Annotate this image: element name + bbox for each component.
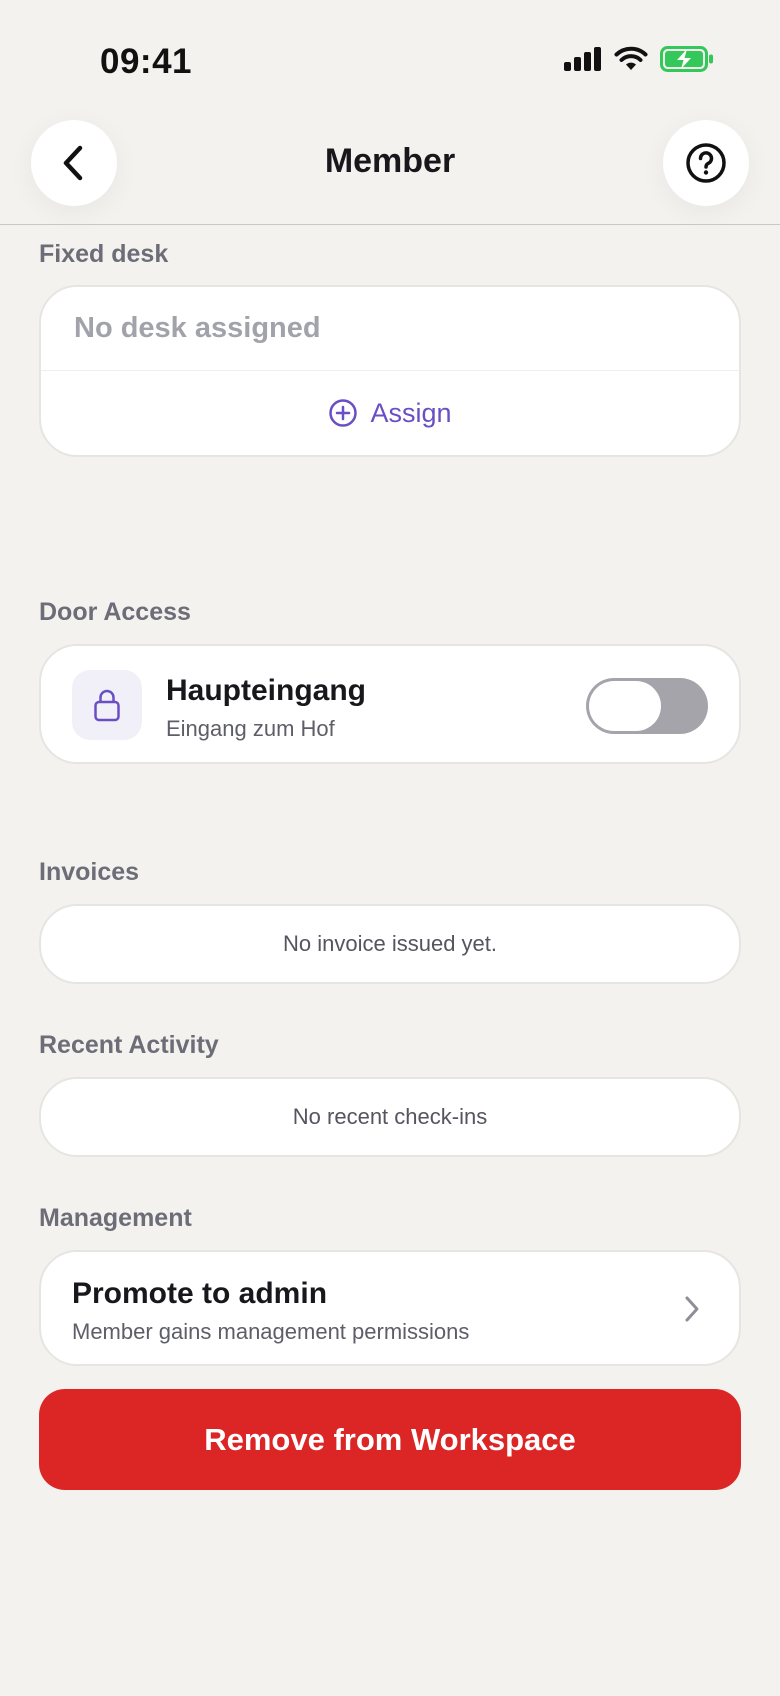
- wifi-icon: [614, 46, 648, 70]
- desk-value-row: No desk assigned: [41, 287, 739, 371]
- door-name: Haupteingang: [166, 674, 366, 707]
- promote-to-admin-row[interactable]: Promote to admin Member gains management…: [39, 1250, 741, 1366]
- status-time: 09:41: [100, 42, 193, 81]
- question-circle-icon: [686, 143, 726, 183]
- door-access-card: Haupteingang Eingang zum Hof: [39, 644, 741, 764]
- chevron-right-icon: [685, 1296, 699, 1322]
- door-access-label: Door Access: [39, 598, 191, 626]
- member-screen: 09:41 Member Fixed desk No desk assigned…: [0, 0, 780, 1696]
- recent-activity-label: Recent Activity: [39, 1031, 219, 1059]
- promote-title: Promote to admin: [72, 1277, 328, 1310]
- toggle-knob: [589, 681, 661, 731]
- invoices-card: No invoice issued yet.: [39, 904, 741, 984]
- battery-charging-icon: [660, 46, 713, 72]
- promote-subtitle: Member gains management permissions: [72, 1319, 470, 1344]
- status-icons: [564, 46, 714, 72]
- navigation-bar: Member: [0, 112, 780, 225]
- plus-circle-icon: [329, 399, 358, 427]
- desk-value: No desk assigned: [74, 312, 321, 344]
- remove-from-workspace-button[interactable]: Remove from Workspace: [39, 1389, 741, 1490]
- door-access-toggle[interactable]: [586, 678, 708, 734]
- management-label: Management: [39, 1204, 192, 1232]
- lock-icon: [94, 689, 120, 722]
- status-bar: 09:41: [0, 0, 780, 112]
- door-subtitle: Eingang zum Hof: [166, 716, 335, 741]
- help-button[interactable]: [663, 120, 749, 206]
- invoices-label: Invoices: [39, 858, 140, 886]
- recent-activity-card: No recent check-ins: [39, 1077, 741, 1157]
- fixed-desk-label: Fixed desk: [39, 240, 169, 268]
- fixed-desk-card: No desk assigned Assign: [39, 285, 741, 457]
- invoices-empty-text: No invoice issued yet.: [283, 931, 497, 956]
- cellular-signal-icon: [564, 47, 601, 71]
- assign-label: Assign: [370, 397, 452, 428]
- assign-desk-button[interactable]: Assign: [41, 371, 739, 455]
- door-lock-tile: [72, 670, 142, 740]
- recent-activity-empty-text: No recent check-ins: [292, 1104, 488, 1129]
